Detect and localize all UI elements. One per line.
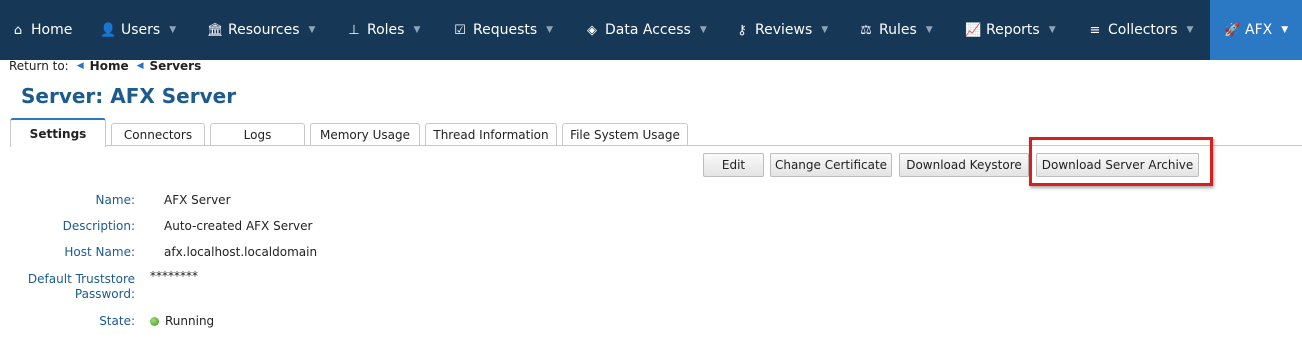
back-arrow-icon: ◀: [76, 61, 84, 71]
tab-memory-usage[interactable]: Memory Usage: [310, 123, 420, 146]
download-keystore-button[interactable]: Download Keystore: [899, 153, 1029, 177]
home-icon: ⌂: [13, 22, 23, 38]
nav-home[interactable]: ⌂ Home: [10, 0, 72, 60]
page-title: Server: AFX Server: [21, 84, 237, 108]
chevron-down-icon: ▼: [1186, 25, 1194, 35]
chevron-down-icon: ▼: [308, 25, 316, 35]
chevron-down-icon: ▼: [699, 25, 707, 35]
highlight-box: [1029, 137, 1213, 186]
top-nav: ⌂ Home 👤 Users ▼ 🏛 Resources ▼ ⊥ Roles ▼ ☑ Reque…: [0, 0, 1302, 60]
description-label: Description:: [62, 219, 135, 233]
database-icon: ≡: [1089, 22, 1101, 38]
truststore-password-label: Default Truststore Password:: [27, 272, 135, 301]
change-certificate-button[interactable]: Change Certificate: [770, 153, 892, 177]
status-dot-icon: [150, 317, 159, 326]
breadcrumb-servers-link[interactable]: Servers: [150, 59, 202, 73]
breadcrumb-home-link[interactable]: Home: [90, 59, 129, 73]
chart-icon: 📈: [965, 22, 982, 38]
state-value-wrap: Running: [150, 314, 214, 328]
nav-data-access[interactable]: ◈ Data Access ▼: [584, 0, 707, 60]
chevron-down-icon: ▼: [1048, 25, 1056, 35]
scale-icon: ⚖: [860, 22, 872, 38]
name-value: AFX Server: [164, 193, 231, 207]
tab-thread-information[interactable]: Thread Information: [425, 123, 557, 146]
tab-file-system-usage[interactable]: File System Usage: [562, 123, 688, 146]
chevron-down-icon: ▼: [1281, 25, 1289, 35]
host-name-label: Host Name:: [64, 245, 135, 259]
nav-resources[interactable]: 🏛 Resources ▼: [207, 0, 315, 60]
sitemap-icon: ⊥: [348, 22, 360, 38]
chevron-down-icon: ▼: [821, 25, 829, 35]
layers-icon: ◈: [587, 22, 597, 38]
chevron-down-icon: ▼: [546, 25, 554, 35]
checkbox-icon: ☑: [454, 22, 466, 38]
tab-logs[interactable]: Logs: [210, 123, 305, 146]
breadcrumb: Return to: ◀ Home ◀ Servers: [9, 59, 202, 73]
users-icon: 👤: [100, 22, 117, 38]
nav-rules[interactable]: ⚖ Rules ▼: [858, 0, 933, 60]
tab-settings[interactable]: Settings: [10, 118, 106, 147]
nav-reviews[interactable]: ⚷ Reviews ▼: [734, 0, 828, 60]
edit-button[interactable]: Edit: [703, 153, 764, 177]
nav-afx[interactable]: 🚀 AFX ▼: [1210, 0, 1302, 60]
nav-reports[interactable]: 📈 Reports ▼: [965, 0, 1056, 60]
nav-users[interactable]: 👤 Users ▼: [100, 0, 176, 60]
chevron-down-icon: ▼: [413, 25, 421, 35]
back-arrow-icon: ◀: [136, 61, 144, 71]
chevron-down-icon: ▼: [925, 25, 933, 35]
nav-requests[interactable]: ☑ Requests ▼: [452, 0, 553, 60]
rocket-icon: 🚀: [1224, 22, 1241, 38]
description-value: Auto-created AFX Server: [164, 219, 313, 233]
nav-collectors[interactable]: ≡ Collectors ▼: [1087, 0, 1194, 60]
state-value: Running: [165, 314, 215, 328]
nav-roles[interactable]: ⊥ Roles ▼: [346, 0, 420, 60]
state-label: State:: [99, 314, 135, 328]
key-icon: ⚷: [737, 22, 747, 38]
tab-connectors[interactable]: Connectors: [111, 123, 205, 146]
chevron-down-icon: ▼: [169, 25, 177, 35]
host-name-value: afx.localhost.localdomain: [164, 245, 318, 259]
bank-icon: 🏛: [207, 22, 224, 38]
name-label: Name:: [95, 193, 135, 207]
truststore-password-value: ********: [150, 269, 198, 283]
